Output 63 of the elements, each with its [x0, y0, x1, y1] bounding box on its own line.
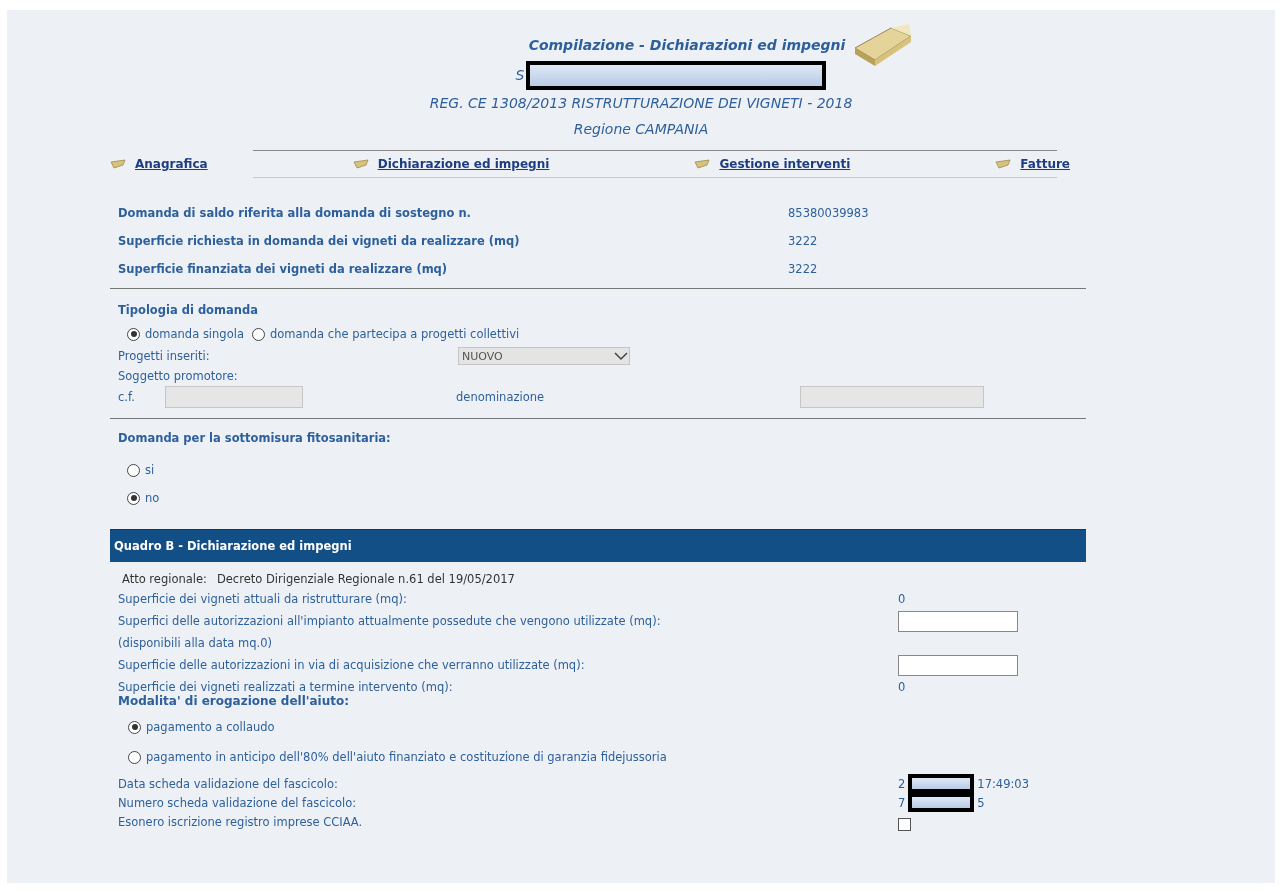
radio-button[interactable]: [127, 491, 140, 505]
radio-button[interactable]: [127, 463, 140, 477]
radio-button[interactable]: [251, 327, 265, 341]
tax-code-field[interactable]: [165, 386, 303, 408]
pencil-icon: [694, 159, 711, 169]
field-label: Superficie delle autorizzazioni in via di acquisizione che verranno utilizzate (mq):: [118, 657, 586, 674]
field-label: Numero scheda validazione del fascicolo:: [118, 794, 358, 812]
field-value: 7: [898, 795, 906, 810]
name-field[interactable]: [800, 386, 984, 408]
nav-link[interactable]: Fatture: [1020, 157, 1070, 171]
field-label: Superfici delle autorizzazioni all'impianto attualmente possedute che vengono utilizzate (mq):: [118, 613, 662, 630]
region-title: Regione CAMPANIA: [572, 120, 710, 139]
field-label: denominazione: [456, 390, 546, 404]
field-value: 3222: [788, 262, 819, 276]
pencil-icon: [995, 159, 1012, 169]
field-label: Superficie dei vigneti attuali da ristrutturare (mq):: [118, 591, 408, 608]
checkbox[interactable]: [898, 818, 911, 831]
chevron-icon: [613, 351, 629, 361]
radio-button[interactable]: [127, 327, 140, 341]
radio-label: no: [145, 491, 160, 505]
page-title: Compilazione - Dichiarazioni ed impegni: [528, 37, 846, 53]
nav-link[interactable]: Gestione interventi: [719, 157, 851, 171]
pencil-icon: [352, 159, 369, 169]
nav-link[interactable]: Anagrafica: [135, 157, 208, 171]
radio-label: pagamento a collaudo: [146, 720, 275, 734]
section-title: Tipologia di domanda: [118, 303, 259, 317]
subtitle: S: [515, 66, 525, 85]
redaction-box: [908, 774, 975, 793]
field-label: Esonero iscrizione registro imprese CCIAA.: [118, 813, 364, 831]
pencil-icon: [110, 159, 126, 169]
radio-button[interactable]: [128, 720, 141, 734]
section-title: Domanda per la sottomisura fitosanitaria:: [118, 431, 392, 445]
field-label: Soggetto promotore:: [118, 369, 239, 383]
radio-label: si: [145, 463, 155, 477]
field-label: Progetti inseriti:: [118, 349, 211, 363]
input-field[interactable]: [898, 610, 1018, 632]
field-value: 85380039983: [788, 206, 870, 220]
radio-label: pagamento in anticipo dell'80% dell'aiuto finanziato e costituzione di garanzia fidejussoria: [146, 750, 667, 764]
field-value: 0: [898, 592, 906, 606]
field-value: 0: [898, 680, 906, 694]
section-title: Modalita' di erogazione dell'aiuto:: [117, 694, 351, 708]
section-header-bar: Quadro B - Dichiarazione ed impegni: [110, 529, 1086, 562]
field-label: Atto regionale:: [122, 572, 207, 586]
field-label: Data scheda validazione del fascicolo:: [118, 775, 339, 793]
redaction-box: [908, 793, 975, 812]
field-value: Decreto Dirigenziale Regionale n.61 del 19/05/2017: [216, 572, 515, 586]
radio-label: domanda che partecipa a progetti collettivi: [269, 327, 520, 341]
field-value: 2: [898, 776, 906, 791]
nav-link[interactable]: Dichiarazione ed impegni: [377, 157, 550, 171]
field-value: 17:49:03: [977, 776, 1029, 791]
field-label: Superficie dei vigneti realizzati a termine intervento (mq):: [118, 679, 454, 695]
projects-dropdown[interactable]: NUOVO: [458, 347, 630, 365]
radio-button[interactable]: [128, 750, 141, 764]
field-label: Superficie richiesta in domanda dei vigneti da realizzare (mq): [118, 234, 521, 248]
input-field[interactable]: [898, 654, 1018, 676]
field-value: 3222: [788, 234, 819, 248]
radio-label: domanda singola: [145, 327, 244, 341]
field-value: 5: [977, 795, 985, 810]
field-label: c.f.: [118, 390, 136, 404]
regulation-title: REG. CE 1308/2013 RISTRUTTURAZIONE DEI VIGNETI - 2018: [428, 94, 854, 113]
field-label: Domanda di saldo riferita alla domanda di sostegno n.: [118, 206, 472, 220]
field-note: (disponibili alla data mq.0): [118, 635, 273, 652]
field-label: Superficie finanziata dei vigneti da realizzare (mq): [118, 262, 449, 276]
